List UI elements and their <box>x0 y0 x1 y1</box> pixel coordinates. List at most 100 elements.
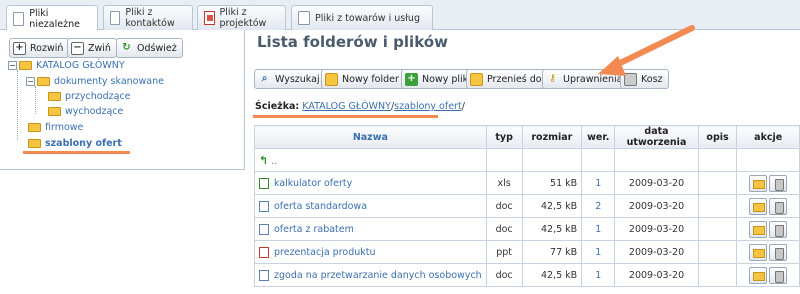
contacts-file-icon <box>110 11 121 25</box>
file-size: 42,5 kB <box>521 194 583 218</box>
file-name: oferta z rabatem <box>274 223 354 235</box>
expand-button[interactable]: + Rozwiń <box>9 38 70 58</box>
file-actions <box>736 263 800 287</box>
folder-icon <box>48 92 61 101</box>
file-type: xls <box>485 171 523 195</box>
file-description <box>697 240 738 264</box>
file-version-link[interactable]: 1 <box>581 171 616 195</box>
table-row: zgoda na przetwarzanie danych osobowych … <box>254 263 800 287</box>
tree-node-incoming[interactable]: przychodzące <box>48 91 131 102</box>
column-header-actions: akcje <box>736 125 800 149</box>
tree-node-scanned[interactable]: − dokumenty skanowane <box>26 76 164 87</box>
file-name-cell[interactable]: kalkulator oferty <box>254 171 487 195</box>
plus-icon: + <box>13 41 26 55</box>
collapse-label: Zwiń <box>88 42 111 54</box>
edit-icon[interactable] <box>749 266 768 284</box>
file-description <box>697 194 738 218</box>
key-icon: ⚷ <box>548 73 557 84</box>
collapse-button[interactable]: − Zwiń <box>67 38 117 58</box>
move-icon <box>470 72 483 86</box>
minus-icon: − <box>71 41 84 55</box>
file-name-cell[interactable]: zgoda na przetwarzanie danych osobowych <box>254 263 487 287</box>
file-icon <box>13 11 25 26</box>
move-button[interactable]: Przenieś do <box>466 69 548 89</box>
collapse-toggle-icon[interactable]: − <box>26 77 35 86</box>
parent-folder-label: .. <box>271 155 278 167</box>
collapse-toggle-icon[interactable]: − <box>8 61 17 70</box>
permissions-label: Uprawnienia <box>563 73 623 85</box>
file-name-cell[interactable]: oferta z rabatem <box>254 217 487 241</box>
new-file-button[interactable]: + Nowy plik <box>401 69 475 89</box>
file-size: 77 kB <box>521 240 583 264</box>
edit-icon[interactable] <box>749 174 768 192</box>
file-name: zgoda na przetwarzanie danych osobowych <box>274 269 482 281</box>
tab-product-files[interactable]: Pliki z towarów i usług <box>291 5 433 30</box>
breadcrumb: Ścieżka: KATALOG GŁÓWNY/szablony ofert/ <box>255 101 465 112</box>
edit-icon[interactable] <box>749 197 768 215</box>
tab-contact-files[interactable]: Pliki z kontaktów <box>103 5 193 30</box>
delete-icon[interactable] <box>769 197 788 215</box>
refresh-button[interactable]: ↻ Odśwież <box>116 38 183 58</box>
folder-icon <box>28 123 41 132</box>
column-header-created: data utworzenia <box>614 125 699 149</box>
xls-file-icon <box>259 177 269 189</box>
tree-node-label: dokumenty skanowane <box>54 76 164 87</box>
tab-project-files[interactable]: Pliki z projektów <box>197 5 286 30</box>
column-header-type: typ <box>485 125 523 149</box>
file-name-cell[interactable]: prezentacja produktu <box>254 240 487 264</box>
file-size: 42,5 kB <box>521 263 583 287</box>
permissions-button[interactable]: ⚷ Uprawnienia <box>542 69 629 89</box>
file-name: prezentacja produktu <box>274 246 376 258</box>
edit-icon[interactable] <box>749 220 768 238</box>
search-button[interactable]: ⌕ Wyszukaj <box>254 69 326 89</box>
file-created: 2009-03-20 <box>614 171 699 195</box>
delete-icon[interactable] <box>769 174 788 192</box>
file-version-link[interactable]: 1 <box>581 217 616 241</box>
doc-file-icon <box>259 200 269 212</box>
edit-icon[interactable] <box>749 243 768 261</box>
new-folder-icon <box>325 72 338 86</box>
trash-button[interactable]: Kosz <box>620 69 669 89</box>
delete-icon[interactable] <box>769 266 788 284</box>
breadcrumb-current-link[interactable]: szablony ofert <box>394 101 462 112</box>
tree-node-company[interactable]: firmowe <box>28 122 83 133</box>
tab-label: Pliki z projektów <box>219 7 267 29</box>
tab-bar: Pliki niezależne Pliki z kontaktów Pliki… <box>0 0 800 31</box>
path-label: Ścieżka: <box>255 101 300 112</box>
tree-node-templates[interactable]: szablony ofert <box>28 138 122 149</box>
file-version-link[interactable]: 1 <box>581 263 616 287</box>
breadcrumb-highlight <box>253 115 438 118</box>
column-header-version: wer. <box>581 125 616 149</box>
file-created: 2009-03-20 <box>614 217 699 241</box>
file-type: ppt <box>485 240 523 264</box>
new-folder-label: Nowy folder <box>342 73 399 85</box>
breadcrumb-root-link[interactable]: KATALOG GŁÓWNY <box>302 101 391 112</box>
tab-independent-files[interactable]: Pliki niezależne <box>6 5 98 31</box>
folder-icon <box>28 139 41 148</box>
up-level-icon: ↰ <box>259 153 269 167</box>
table-row-up[interactable]: ↰ .. <box>254 148 800 172</box>
folder-tree-panel: + Rozwiń − Zwiń ↻ Odśwież − KATALOG GŁÓW… <box>0 30 245 170</box>
file-version-link[interactable]: 1 <box>581 240 616 264</box>
new-folder-button[interactable]: Nowy folder <box>321 69 405 89</box>
column-header-name[interactable]: Nazwa <box>254 125 487 149</box>
tree-node-outgoing[interactable]: wychodzące <box>48 106 123 117</box>
parent-folder-cell[interactable]: ↰ .. <box>254 148 487 172</box>
table-row: kalkulator oferty xls 51 kB 1 2009-03-20 <box>254 171 800 195</box>
table-row: prezentacja produktu ppt 77 kB 1 2009-03… <box>254 240 800 264</box>
trash-label: Kosz <box>641 73 663 85</box>
delete-icon[interactable] <box>769 243 788 261</box>
tab-label: Pliki z towarów i usług <box>315 12 420 24</box>
table-row: oferta standardowa doc 42,5 kB 2 2009-03… <box>254 194 800 218</box>
main-content: Lista folderów i plików ⌕ Wyszukaj Nowy … <box>245 30 800 294</box>
file-created: 2009-03-20 <box>614 240 699 264</box>
file-name-cell[interactable]: oferta standardowa <box>254 194 487 218</box>
file-size: 42,5 kB <box>521 217 583 241</box>
trash-icon <box>624 72 637 86</box>
file-version-link[interactable]: 2 <box>581 194 616 218</box>
delete-icon[interactable] <box>769 220 788 238</box>
tree-node-label: KATALOG GŁÓWNY <box>36 60 125 71</box>
tree-node-root[interactable]: − KATALOG GŁÓWNY <box>8 60 125 71</box>
column-header-description: opis <box>697 125 738 149</box>
file-name: oferta standardowa <box>274 200 368 212</box>
